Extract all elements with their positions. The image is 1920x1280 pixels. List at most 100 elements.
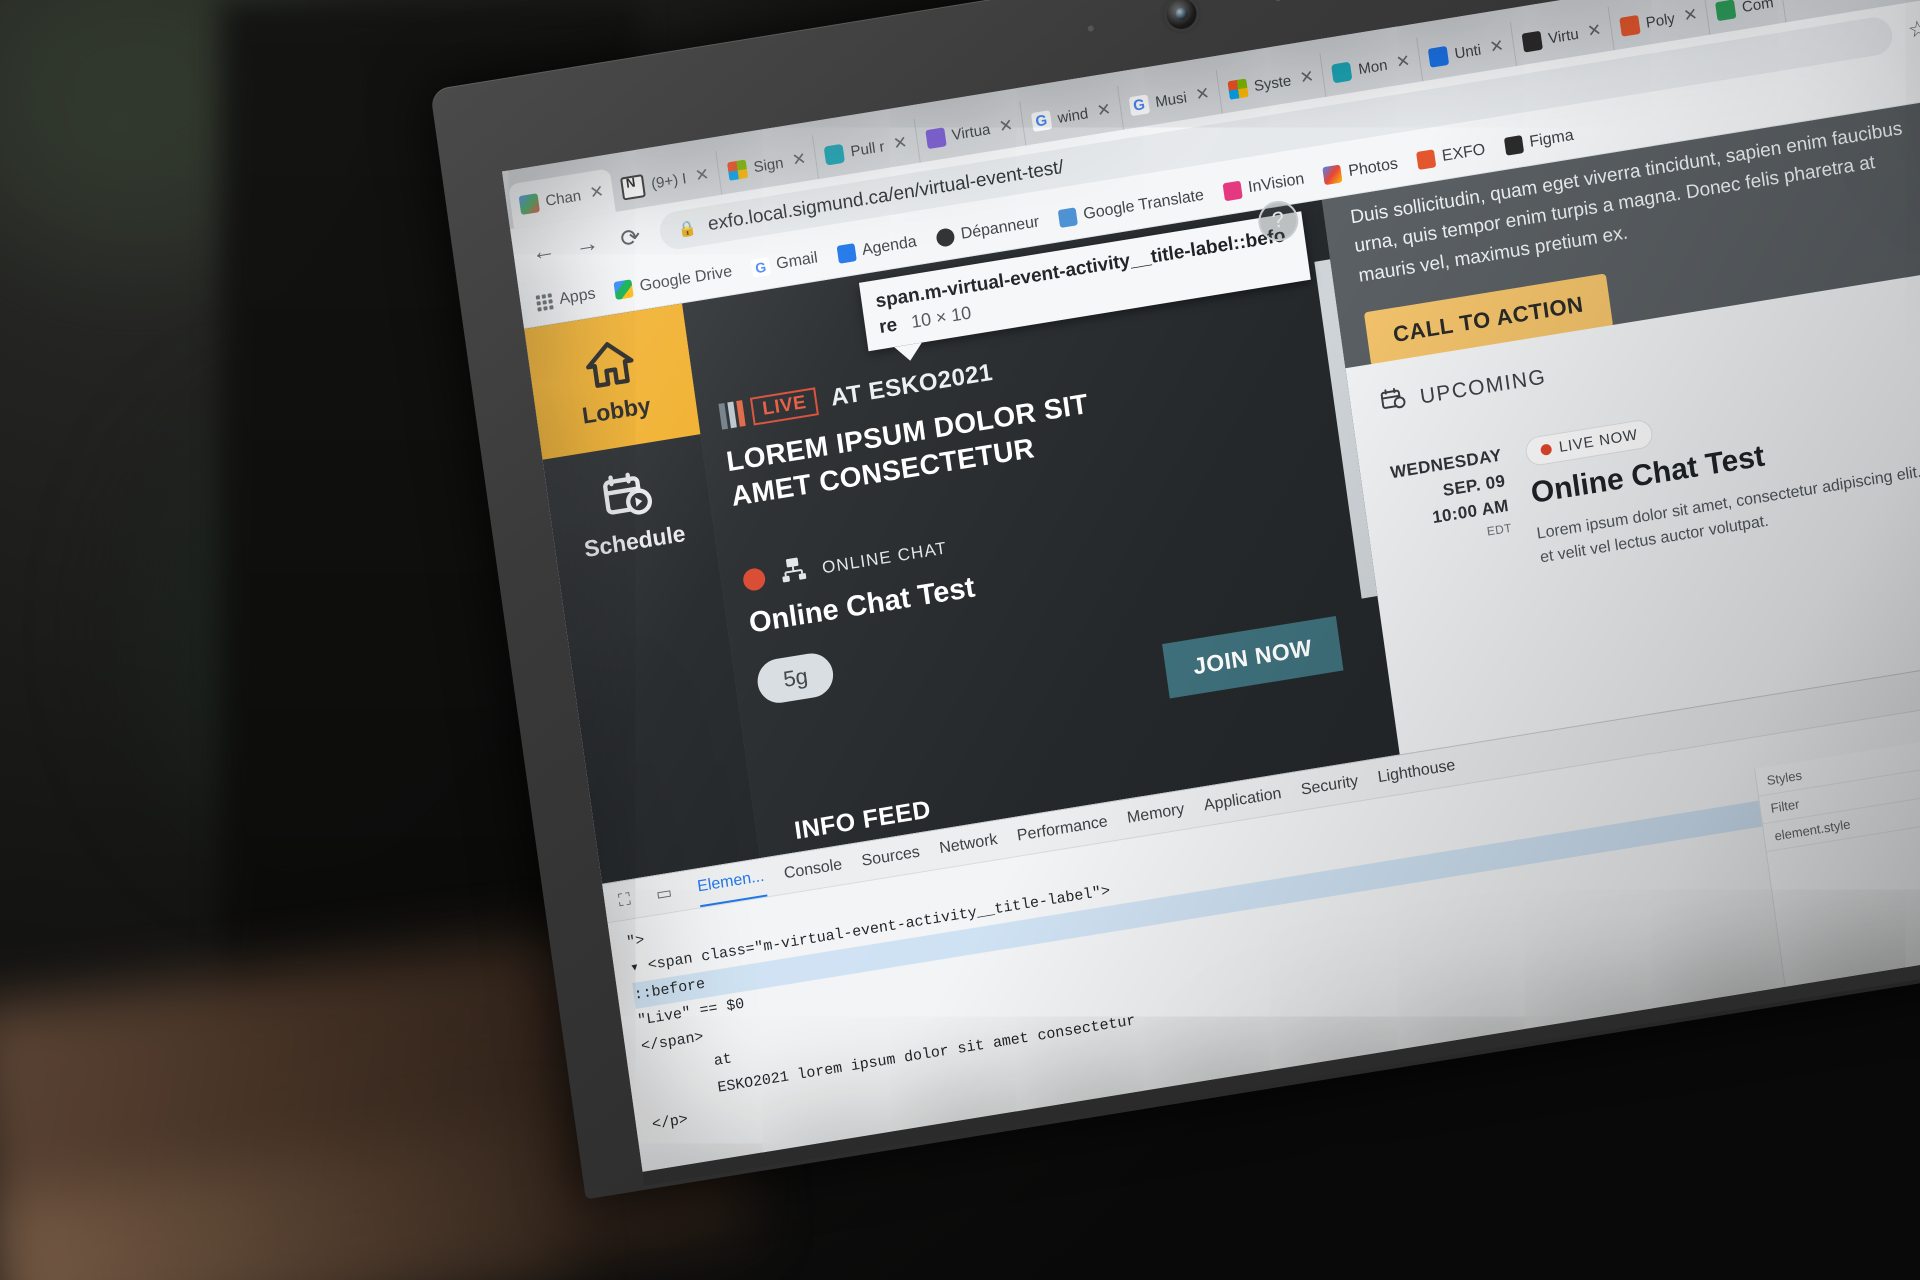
tab-label: Poly	[1644, 9, 1676, 32]
back-button[interactable]: ←	[528, 236, 560, 268]
tab-label: Sign	[752, 154, 785, 176]
bookmark-star-icon[interactable]: ☆	[1906, 15, 1920, 44]
tab-label: Virtua	[950, 120, 992, 144]
tab-close-icon[interactable]: ✕	[1488, 36, 1505, 58]
tab-label: Virtu	[1547, 25, 1580, 47]
tab-favicon-blue	[1427, 45, 1450, 68]
translate-icon	[1057, 207, 1078, 229]
tab-label: Syste	[1252, 71, 1293, 95]
bookmark-figma[interactable]: Figma	[1503, 126, 1575, 156]
live-now-label: LIVE NOW	[1557, 426, 1639, 456]
featured-activity-panel: span.m-virtual-event-activity__title-lab…	[682, 198, 1400, 859]
calendar-play-icon	[599, 466, 657, 522]
tab-close-icon[interactable]: ✕	[1299, 67, 1316, 89]
tab-close-icon[interactable]: ✕	[998, 115, 1015, 137]
tab-label: Com	[1740, 0, 1775, 16]
event-when: WEDNESDAY SEP. 09 10:00 AM EDT	[1389, 442, 1519, 592]
tab-favicon-notion	[620, 173, 646, 201]
invision-icon	[1222, 180, 1243, 202]
tab-favicon-teal	[1331, 61, 1353, 83]
bookmark-label: Apps	[558, 285, 597, 308]
devtools-inspect-icon[interactable]: ⛶	[617, 889, 632, 911]
live-dot-icon	[1539, 443, 1552, 457]
bookmark-label: Photos	[1347, 155, 1399, 181]
bookmark-label: EXFO	[1440, 141, 1487, 165]
tab-label: Musi	[1154, 88, 1188, 111]
bookmark-photos[interactable]: Photos	[1322, 155, 1399, 186]
tab-favicon-microsoft	[1227, 77, 1249, 100]
bookmark-google-drive[interactable]: Google Drive	[613, 263, 733, 300]
join-now-button[interactable]: JOIN NOW	[1161, 615, 1344, 699]
bookmark-label: InVision	[1247, 170, 1306, 197]
exfo-icon	[1416, 149, 1437, 170]
tab-favicon-microsoft	[726, 158, 749, 181]
depanneur-icon	[935, 227, 956, 248]
tab-label: Unti	[1453, 41, 1483, 63]
bookmark-label: Agenda	[860, 233, 918, 259]
sidebar-item-lobby[interactable]: Lobby	[524, 303, 701, 460]
main-content-column: Duis sollicitudin, quam eget viverra tin…	[1321, 97, 1920, 755]
devtools-tab-memory[interactable]: Memory	[1126, 801, 1186, 828]
bookmark-label: Figma	[1528, 126, 1575, 151]
chat-pill-badge: 5g	[754, 650, 837, 707]
chat-kicker: ONLINE CHAT	[820, 537, 949, 577]
bookmark-gmail[interactable]: G Gmail	[750, 249, 819, 278]
inspector-tooltip-tail	[894, 342, 925, 364]
devtools-tab-security[interactable]: Security	[1300, 773, 1360, 800]
bookmark-depanneur[interactable]: Dépanneur	[935, 213, 1040, 248]
tab-favicon-dark	[1521, 30, 1543, 53]
devtools-tab-lighthouse[interactable]: Lighthouse	[1377, 757, 1457, 787]
devtools-device-toolbar-icon[interactable]: ▭	[655, 883, 674, 905]
sidebar-item-label: Lobby	[580, 391, 653, 429]
agenda-icon	[836, 243, 857, 264]
devtools-tab-sources[interactable]: Sources	[861, 844, 921, 871]
photo-scene: Chan ✕ (9+) I ✕ Sign ✕	[0, 0, 1920, 1280]
tab-favicon-green	[1715, 0, 1737, 21]
tab-close-icon[interactable]: ✕	[1395, 51, 1412, 73]
devtools-tab-console[interactable]: Console	[783, 856, 843, 883]
bookmark-agenda[interactable]: Agenda	[836, 233, 918, 264]
tab-label: Mon	[1357, 56, 1389, 78]
reload-button[interactable]: ⟳	[615, 221, 647, 254]
tab-close-icon[interactable]: ✕	[694, 165, 711, 187]
photos-icon	[1322, 164, 1343, 186]
bookmark-label: Google Translate	[1082, 186, 1206, 224]
tab-label: Pull r	[849, 137, 886, 160]
laptop-screen: Chan ✕ (9+) I ✕ Sign ✕	[502, 0, 1920, 1172]
laptop: Chan ✕ (9+) I ✕ Sign ✕	[430, 0, 1920, 1259]
webcam-icon	[1164, 0, 1199, 32]
tab-close-icon[interactable]: ✕	[1586, 20, 1603, 42]
tab-favicon-google: G	[1030, 109, 1052, 132]
tab-favicon-gm	[518, 192, 540, 215]
forward-button[interactable]: →	[571, 229, 603, 261]
tab-label: wind	[1056, 104, 1090, 127]
devtools-tab-performance[interactable]: Performance	[1016, 813, 1109, 845]
live-bars-icon	[718, 400, 746, 430]
calendar-icon	[1379, 385, 1409, 419]
tab-close-icon[interactable]: ✕	[1682, 4, 1699, 26]
tab-close-icon[interactable]: ✕	[588, 182, 605, 204]
bookmark-apps[interactable]: Apps	[535, 285, 597, 312]
status-dot-icon	[741, 566, 767, 592]
inspector-dimensions: 10 × 10	[909, 302, 973, 332]
tab-favicon-google: G	[1128, 93, 1150, 116]
bookmark-invision[interactable]: InVision	[1222, 170, 1306, 202]
tab-favicon-teal	[823, 143, 846, 166]
sidebar-item-schedule[interactable]: Schedule	[543, 434, 719, 590]
devtools-tab-network[interactable]: Network	[938, 831, 998, 858]
tab-close-icon[interactable]: ✕	[892, 132, 909, 154]
laptop-lid: Chan ✕ (9+) I ✕ Sign ✕	[430, 0, 1920, 1200]
tab-favicon-red	[1618, 14, 1641, 37]
tab-close-icon[interactable]: ✕	[1194, 83, 1211, 105]
sidebar-item-label: Schedule	[582, 519, 687, 562]
tab-close-icon[interactable]: ✕	[1096, 99, 1113, 121]
figma-icon	[1503, 135, 1525, 156]
live-badge: LIVE	[749, 387, 820, 426]
devtools-tab-application[interactable]: Application	[1203, 785, 1283, 815]
event-main: LIVE NOW Online Chat Test Lorem ipsum do…	[1523, 363, 1920, 570]
tab-label: Chan	[544, 186, 583, 210]
bookmark-exfo[interactable]: EXFO	[1416, 141, 1486, 170]
tab-close-icon[interactable]: ✕	[791, 149, 808, 171]
gmail-icon: G	[750, 257, 771, 278]
tab-label: (9+) I	[650, 169, 688, 193]
